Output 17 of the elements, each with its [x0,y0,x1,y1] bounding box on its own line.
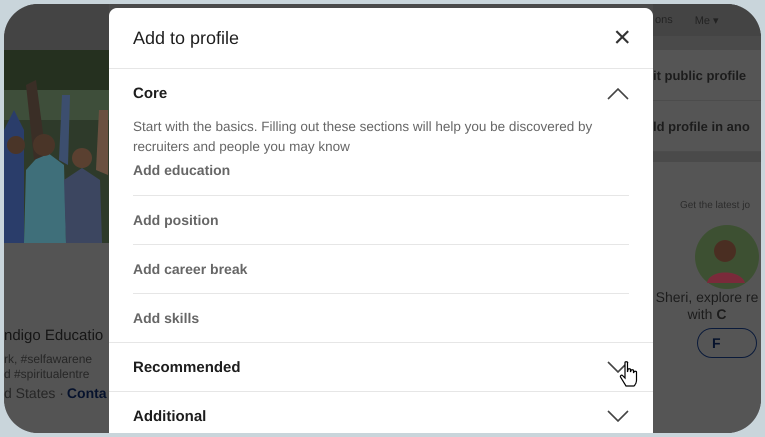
add-section-link[interactable]: Add position [133,196,629,245]
add-section-link[interactable]: Add education [133,160,629,196]
promo-message: Sheri, explore re [656,289,758,306]
profile-name: ndigo Educatio [4,327,104,344]
close-button[interactable]: × [611,23,633,53]
section-header[interactable]: Core [109,69,653,117]
chevron-icon [607,361,629,373]
section-header[interactable]: Additional [109,392,653,433]
add-section-link[interactable]: Add career break [133,245,629,294]
dialog-title: Add to profile [133,28,240,48]
chevron-icon [607,410,629,422]
add-section-link[interactable]: Add skills [133,294,629,342]
chevron-icon [607,88,629,100]
avatar [695,225,759,289]
section-header[interactable]: Recommended [109,343,653,391]
section-description: Start with the basics. Filling out these sections will help you be discovered by recruiters and people you may know [132,118,594,156]
promo-message: with C [688,306,726,323]
